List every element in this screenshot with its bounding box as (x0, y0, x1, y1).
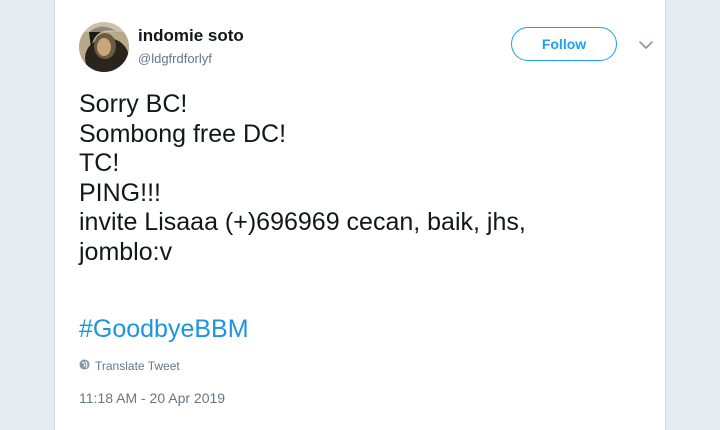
follow-button[interactable]: Follow (511, 27, 617, 61)
tweet-text-line: Sombong free DC! (79, 119, 287, 148)
translate-tweet-label: Translate Tweet (95, 359, 180, 373)
tweet-text-line: invite Lisaaa (+)696969 cecan, baik, jhs… (79, 208, 526, 236)
avatar-image (79, 22, 129, 72)
author-display-name[interactable]: indomie soto (138, 26, 244, 46)
tweet-text-line: Sorry BC! (79, 90, 188, 118)
tweet-text-line: TC! (79, 149, 120, 177)
tweet-card: indomie soto @ldgfrdforlyf Follow Sorry … (54, 0, 666, 430)
tweet-text-line: PING!!! (79, 178, 161, 207)
tweet-text-line: jomblo:v (79, 237, 173, 266)
hashtag-link[interactable]: #GoodbyeBBM (79, 315, 249, 344)
author-handle[interactable]: @ldgfrdforlyf (138, 51, 212, 66)
tweet-text: Sorry BC! Sombong free DC! TC! PING!!! i… (79, 90, 639, 267)
avatar[interactable] (79, 22, 129, 72)
translate-tweet-link[interactable]: Translate Tweet (79, 359, 180, 373)
globe-icon (79, 359, 90, 373)
tweet-timestamp[interactable]: 11:18 AM - 20 Apr 2019 (79, 390, 225, 406)
chevron-down-icon[interactable] (637, 38, 655, 52)
